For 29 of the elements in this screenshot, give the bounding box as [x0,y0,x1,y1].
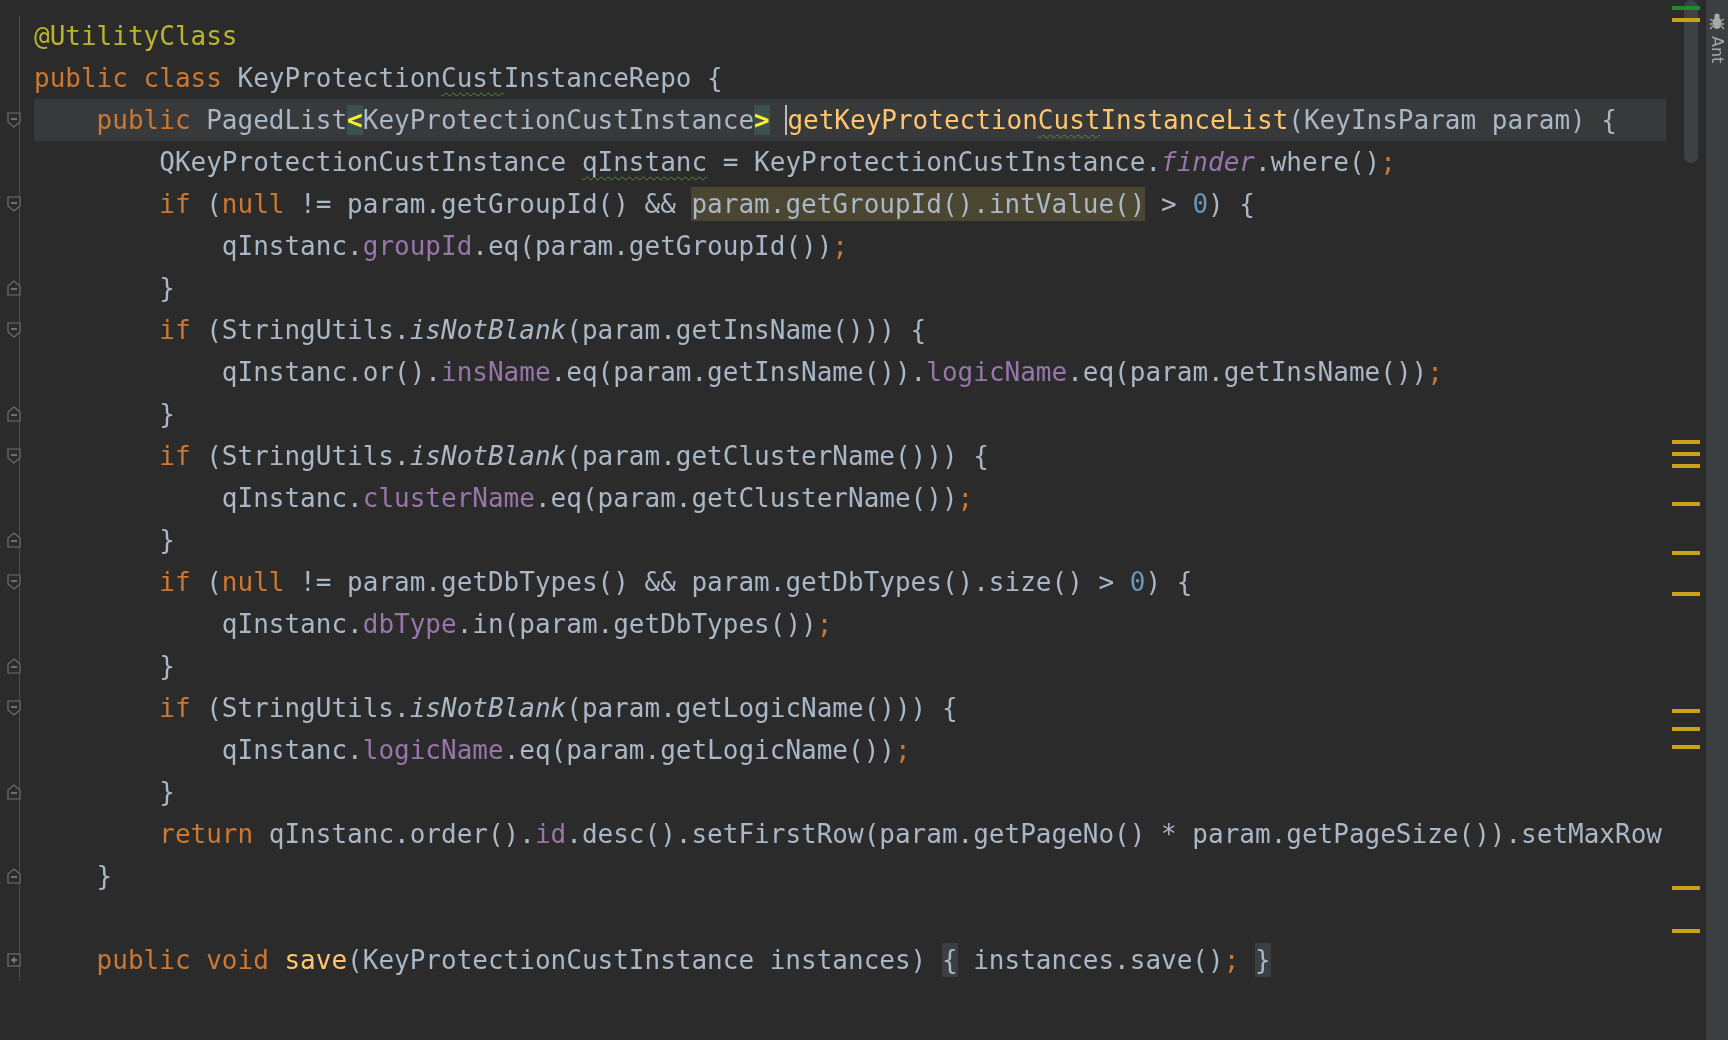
error-stripe-marker[interactable] [1672,592,1700,596]
fold-icon[interactable] [7,658,21,674]
expand-icon[interactable] [7,953,21,967]
error-stripe-marker[interactable] [1672,727,1700,731]
fold-icon[interactable] [7,112,21,128]
error-stripe-marker[interactable] [1672,18,1700,22]
scrollbar-thumb[interactable] [1684,0,1698,163]
error-stripe-marker[interactable] [1672,464,1700,468]
error-stripe-marker[interactable] [1672,6,1700,10]
fold-icon[interactable] [7,280,21,296]
error-stripe-marker[interactable] [1672,551,1700,555]
error-stripe-marker[interactable] [1672,502,1700,506]
fold-icon[interactable] [7,868,21,884]
fold-icon[interactable] [7,406,21,422]
side-panel-tab[interactable]: Ant [1707,36,1727,64]
error-stripe-marker[interactable] [1672,452,1700,456]
bug-icon[interactable] [1709,12,1725,30]
error-stripe-marker[interactable] [1672,929,1700,933]
fold-icon[interactable] [7,196,21,212]
fold-icon[interactable] [7,532,21,548]
error-stripe-marker[interactable] [1672,886,1700,890]
fold-icon[interactable] [7,700,21,716]
fold-icon[interactable] [7,448,21,464]
error-stripe-marker[interactable] [1672,440,1700,444]
fold-icon[interactable] [7,322,21,338]
error-stripe-marker[interactable] [1672,745,1700,749]
fold-icon[interactable] [7,574,21,590]
error-stripe-marker[interactable] [1672,709,1700,713]
fold-icon[interactable] [7,784,21,800]
